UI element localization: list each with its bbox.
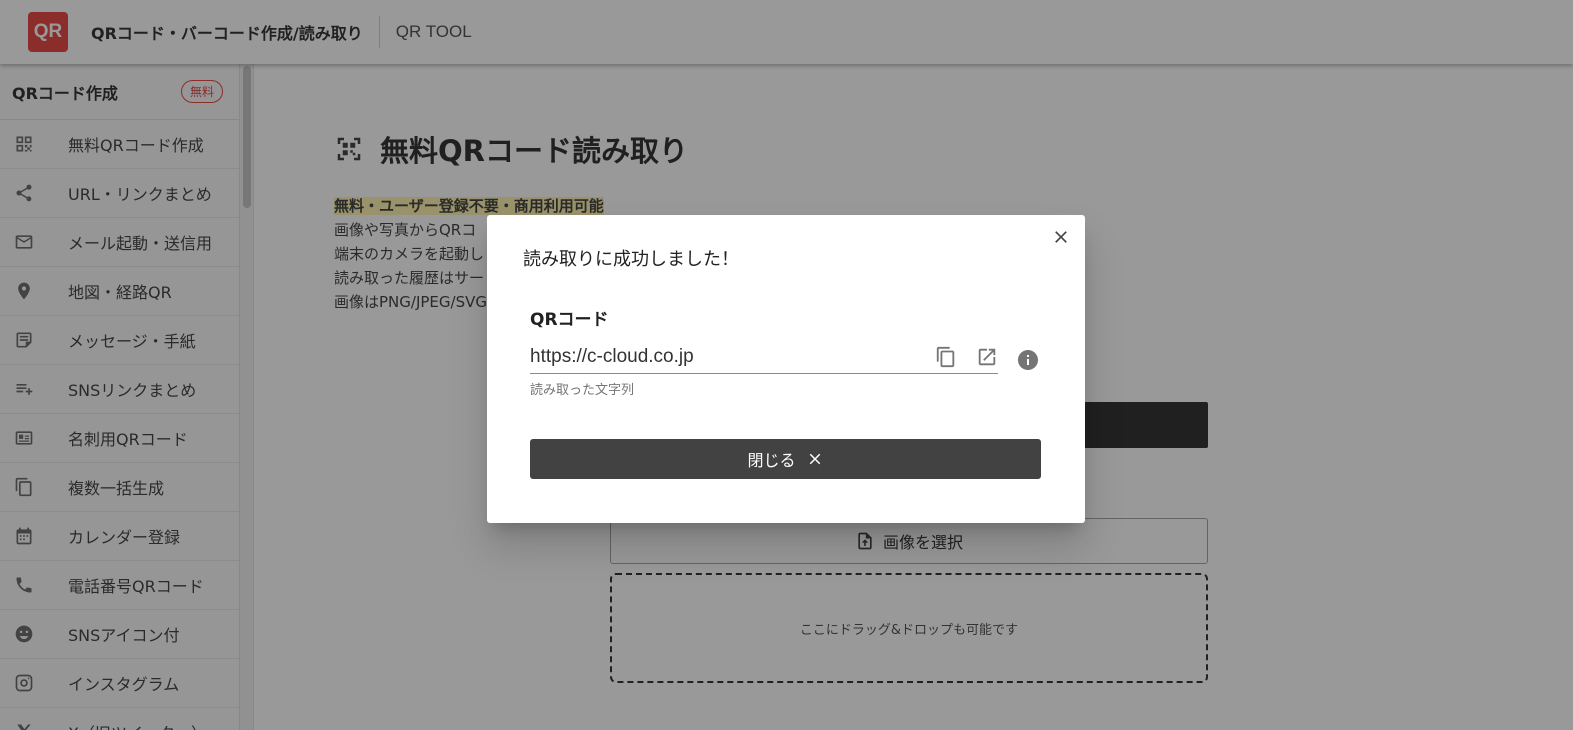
copy-icon <box>936 346 955 367</box>
info-button[interactable] <box>1016 348 1040 372</box>
close-dialog-button[interactable]: 閉じる <box>530 439 1041 479</box>
close-icon <box>809 453 820 465</box>
close-button-label: 閉じる <box>747 451 796 470</box>
open-link-button[interactable] <box>976 346 998 368</box>
info-icon <box>1018 350 1038 370</box>
field-hint: 読み取った文字列 <box>530 383 635 398</box>
open-in-new-icon <box>978 348 996 365</box>
field-label: QRコード <box>530 310 609 330</box>
result-dialog: 読み取りに成功しました！ QRコード https://c-cloud.co.jp… <box>487 215 1085 523</box>
close-icon <box>1055 231 1067 243</box>
dialog-title: 読み取りに成功しました！ <box>523 249 739 270</box>
qr-result-field[interactable]: https://c-cloud.co.jp <box>530 340 998 374</box>
dialog-close-button[interactable] <box>1051 227 1071 247</box>
qr-result-value[interactable]: https://c-cloud.co.jp <box>530 346 916 368</box>
copy-button[interactable] <box>935 346 957 368</box>
